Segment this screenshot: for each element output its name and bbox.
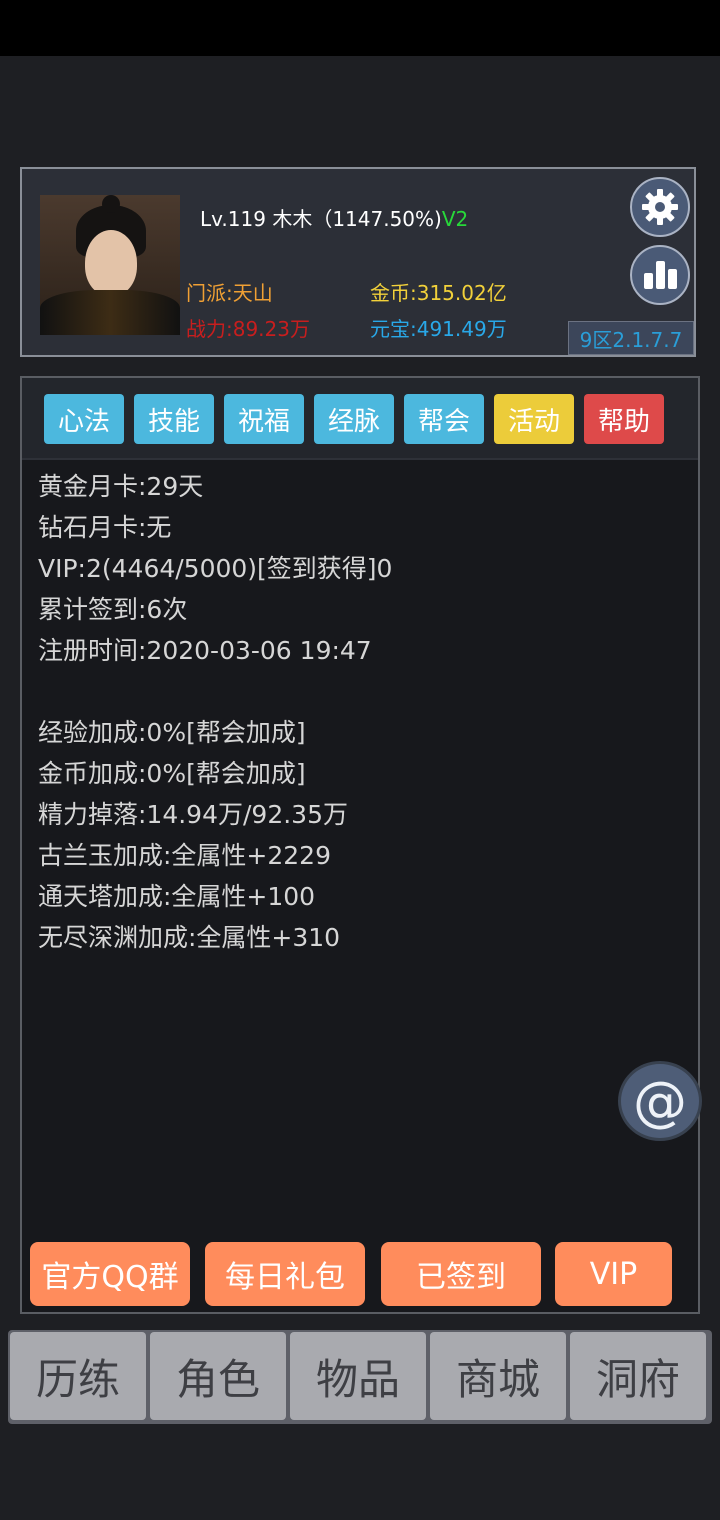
info-line-tower-bonus: 通天塔加成:全属性+100 [38,882,316,911]
settings-button[interactable] [630,177,690,237]
nav-training[interactable]: 历练 [10,1332,146,1420]
info-line-gold-bonus: 金币加成:0%[帮会加成] [38,759,306,788]
info-line-register-time: 注册时间:2020-03-06 19:47 [38,636,372,665]
combat-power: 战力:89.23万 [186,317,310,341]
bar-chart-icon [644,261,677,289]
avatar-hair-bun [102,195,120,213]
avatar-face [85,230,137,296]
tab-blessing[interactable]: 祝福 [224,394,304,444]
gear-icon [642,189,678,225]
player-header: Lv.119 木木（1147.50%)V2 门派:天山 战力:89.23万 金币… [20,167,696,357]
nav-items[interactable]: 物品 [290,1332,426,1420]
tab-guild[interactable]: 帮会 [404,394,484,444]
info-line-checkin-total: 累计签到:6次 [38,595,188,624]
level-name-text: Lv.119 木木（1147.50%) [200,207,442,231]
server-version-badge: 9区2.1.7.7 [568,321,694,355]
avatar-robe [40,290,180,335]
tab-events[interactable]: 活动 [494,394,574,444]
player-level-name: Lv.119 木木（1147.50%)V2 [200,203,468,232]
mention-button[interactable]: @ [618,1061,702,1141]
main-panel: 心法 技能 祝福 经脉 帮会 活动 帮助 黄金月卡:29天 钻石月卡:无 VIP… [20,376,700,1314]
checked-in-button[interactable]: 已签到 [381,1242,541,1306]
yuanbao-amount: 元宝:491.49万 [370,317,507,341]
tab-skills[interactable]: 技能 [134,394,214,444]
gold-amount: 金币:315.02亿 [370,281,507,305]
sect-label: 门派:天山 [186,281,273,305]
ranking-button[interactable] [630,245,690,305]
status-bar [0,0,720,56]
info-line-exp-bonus: 经验加成:0%[帮会加成] [38,718,306,747]
at-icon: @ [633,1069,687,1133]
player-info-list: 黄金月卡:29天 钻石月卡:无 VIP:2(4464/5000)[签到获得]0 … [38,466,392,958]
vip-button[interactable]: VIP [555,1242,672,1306]
info-line-gold-card: 黄金月卡:29天 [38,472,204,501]
daily-gift-button[interactable]: 每日礼包 [205,1242,365,1306]
qq-group-button[interactable]: 官方QQ群 [30,1242,190,1306]
nav-character[interactable]: 角色 [150,1332,286,1420]
tab-meridians[interactable]: 经脉 [314,394,394,444]
info-line-jade-bonus: 古兰玉加成:全属性+2229 [38,841,331,870]
tab-mental-method[interactable]: 心法 [44,394,124,444]
bottom-nav: 历练 角色 物品 商城 洞府 [8,1330,712,1424]
tab-row: 心法 技能 祝福 经脉 帮会 活动 帮助 [22,378,698,460]
avatar[interactable] [40,195,180,335]
info-line-diamond-card: 钻石月卡:无 [38,513,172,542]
info-line-abyss-bonus: 无尽深渊加成:全属性+310 [38,923,341,952]
info-line-vip: VIP:2(4464/5000)[签到获得]0 [38,554,393,583]
info-line-energy-drop: 精力掉落:14.94万/92.35万 [38,800,348,829]
nav-shop[interactable]: 商城 [430,1332,566,1420]
vip-tag: V2 [441,207,469,231]
nav-cave[interactable]: 洞府 [570,1332,706,1420]
tab-help[interactable]: 帮助 [584,394,664,444]
